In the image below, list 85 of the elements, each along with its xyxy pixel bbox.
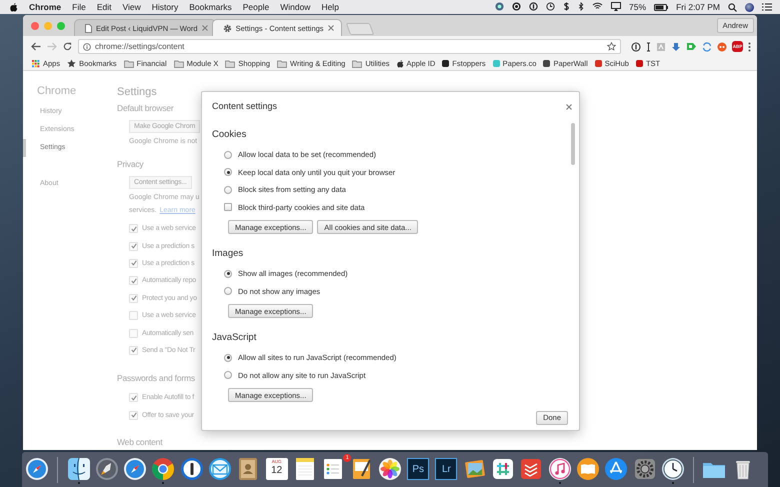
dialog-title: Content settings [212,101,278,111]
close-icon[interactable] [328,25,334,31]
section-heading: Cookies [212,128,246,142]
menu-clock[interactable]: Fri 2:07 PM [676,2,720,12]
gear-icon[interactable] [632,457,657,481]
document-icon [85,24,92,32]
star-icon [67,59,76,68]
app-menu[interactable]: Chrome [29,2,62,12]
apple-icon [396,60,404,68]
download-arrow-icon[interactable] [671,42,681,52]
info-circle-icon[interactable] [529,2,538,12]
section-heading: Images [212,247,244,261]
history-icon[interactable] [546,2,556,12]
keyhole-icon[interactable] [180,457,204,481]
open-book-icon[interactable] [576,457,600,481]
menu-item[interactable]: View [122,2,141,12]
apple-icon[interactable] [10,2,18,12]
folder-icon [225,60,236,68]
circle-icon[interactable] [512,2,522,12]
menu-item[interactable]: Edit [96,2,112,12]
gear-icon [222,24,232,32]
menu-item[interactable]: File [72,2,86,12]
star-icon[interactable] [607,42,616,51]
airplay-icon[interactable] [611,2,622,12]
back-icon[interactable] [31,42,41,51]
menu-item[interactable]: Bookmarks [189,2,232,12]
scrollbar-thumb[interactable] [571,123,575,165]
battery-percentage: 75% [629,2,646,12]
section-heading: Passwords and forms [117,372,195,384]
face-circle-icon[interactable] [717,42,727,52]
menu-item[interactable]: Help [321,2,339,12]
folder-icon [174,60,184,68]
checkbox[interactable] [224,203,232,212]
clock-icon[interactable] [660,457,685,481]
radio-button[interactable] [224,186,232,194]
battery-icon[interactable] [654,4,668,10]
app-store-icon[interactable] [604,457,628,481]
folder-icon [277,60,288,68]
folder-icon [124,60,134,68]
calendar-day: 12 [271,465,282,477]
section-heading: JavaScript [212,331,256,345]
compass-icon[interactable] [123,457,148,481]
close-icon[interactable] [202,25,208,31]
close-icon[interactable] [566,104,572,110]
radio-button[interactable] [224,287,232,296]
section-heading: Web content [117,436,162,448]
photo-stack-icon[interactable] [462,457,487,481]
compass-icon[interactable] [25,457,49,481]
user-avatar[interactable] [745,2,754,12]
app-tile-icon[interactable]: Lr [435,458,458,480]
menu-icon[interactable] [748,42,751,52]
info-circle-icon[interactable] [631,42,641,52]
list-icon[interactable] [762,3,772,11]
smiling-face-icon[interactable] [66,457,91,481]
tricolor-circle-icon[interactable] [151,457,176,481]
hash-tile-icon[interactable] [491,457,516,481]
radio-button[interactable] [224,150,232,159]
sync-icon[interactable] [702,42,712,52]
bluetooth-icon[interactable] [578,2,584,12]
info-icon[interactable] [83,42,91,50]
sidebar-title: Chrome [37,84,78,98]
radio-button[interactable] [224,371,232,380]
radio-button[interactable] [224,168,232,176]
section-heading: Privacy [117,158,144,170]
menu-item[interactable]: People [242,2,270,12]
page-title: Settings [117,85,157,99]
radio-button[interactable] [224,270,232,278]
address-bar[interactable]: chrome://settings/content [78,39,621,54]
menu-item[interactable]: History [152,2,178,12]
layered-tile-icon[interactable] [519,457,544,481]
envelope-icon[interactable] [208,457,232,481]
cursor-icon[interactable] [646,42,651,52]
flower-icon[interactable] [378,457,402,481]
dollar-icon[interactable] [563,2,570,12]
folder-icon [352,60,362,68]
radio-button[interactable] [224,354,232,362]
menu-item[interactable]: Window [280,2,310,12]
section-heading: Default browser [117,102,174,114]
search-icon[interactable] [728,2,737,12]
app-tile-icon[interactable]: Ps [407,458,430,480]
apps-grid-icon [32,60,40,68]
reload-icon[interactable] [63,42,72,51]
music-note-icon[interactable] [548,457,572,481]
tag-icon[interactable] [686,42,697,51]
rocket-icon[interactable] [94,457,119,481]
